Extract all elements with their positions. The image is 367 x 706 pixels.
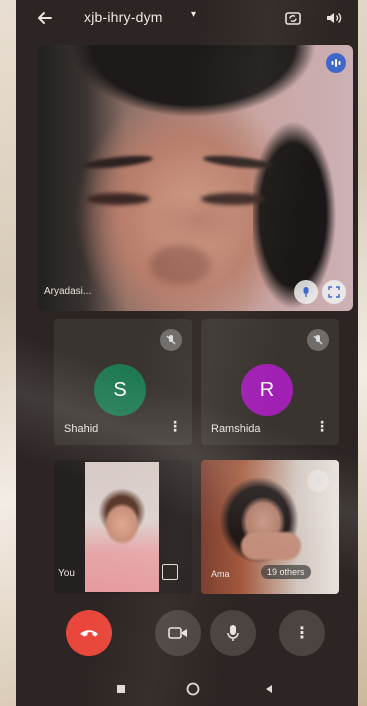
mic-off-icon bbox=[307, 470, 329, 492]
self-camera-preview bbox=[85, 462, 159, 592]
participant-name: Shahid bbox=[64, 423, 99, 435]
participant-tile-shahid[interactable]: S Shahid ⋮ bbox=[54, 319, 192, 445]
mic-off-icon bbox=[307, 329, 329, 351]
video-frame-part bbox=[150, 245, 210, 285]
fullscreen-button[interactable] bbox=[322, 280, 346, 304]
chevron-down-icon[interactable]: ▾ bbox=[191, 9, 196, 20]
system-navigation-bar bbox=[16, 672, 358, 706]
video-frame-part bbox=[241, 532, 301, 560]
avatar: R bbox=[241, 364, 293, 416]
more-options-icon[interactable]: ⋮ bbox=[168, 419, 182, 433]
nav-back-icon[interactable] bbox=[262, 682, 276, 696]
pin-button[interactable] bbox=[294, 280, 318, 304]
video-frame-part bbox=[82, 153, 154, 171]
more-options-icon[interactable]: ⋮ bbox=[315, 419, 329, 433]
more-options-button[interactable]: ⋮ bbox=[279, 610, 325, 656]
participant-name: Ramshida bbox=[211, 423, 261, 435]
end-call-button[interactable] bbox=[66, 610, 112, 656]
meeting-code[interactable]: xjb-ihry-dym bbox=[84, 9, 163, 25]
participant-tile-group[interactable]: Ama 19 others bbox=[201, 460, 339, 594]
home-icon[interactable] bbox=[186, 682, 200, 696]
switch-view-icon[interactable] bbox=[162, 564, 178, 580]
microphone-toggle-button[interactable] bbox=[210, 610, 256, 656]
flip-camera-icon[interactable] bbox=[282, 7, 304, 29]
others-count-badge[interactable]: 19 others bbox=[261, 565, 311, 579]
phone-screen: xjb-ihry-dym ▾ Aryadasi... S Shahid ⋮ R … bbox=[16, 0, 358, 706]
video-frame-part bbox=[86, 193, 150, 205]
self-view-tile[interactable]: You bbox=[54, 460, 192, 594]
main-speaker-video[interactable]: Aryadasi... bbox=[38, 45, 353, 311]
mic-off-icon bbox=[160, 329, 182, 351]
self-label: You bbox=[58, 568, 75, 579]
participant-tile-ramshida[interactable]: R Ramshida ⋮ bbox=[201, 319, 339, 445]
camera-toggle-button[interactable] bbox=[155, 610, 201, 656]
main-speaker-name: Aryadasi... bbox=[44, 286, 92, 297]
speaker-icon[interactable] bbox=[322, 7, 344, 29]
video-frame-part bbox=[253, 85, 353, 311]
top-bar: xjb-ihry-dym ▾ bbox=[16, 0, 358, 38]
video-frame-part bbox=[201, 193, 265, 205]
recent-apps-icon[interactable] bbox=[114, 682, 128, 696]
participant-name: Ama bbox=[211, 569, 230, 579]
audio-level-icon bbox=[326, 53, 346, 73]
avatar: S bbox=[94, 364, 146, 416]
back-arrow-icon[interactable] bbox=[34, 7, 56, 29]
